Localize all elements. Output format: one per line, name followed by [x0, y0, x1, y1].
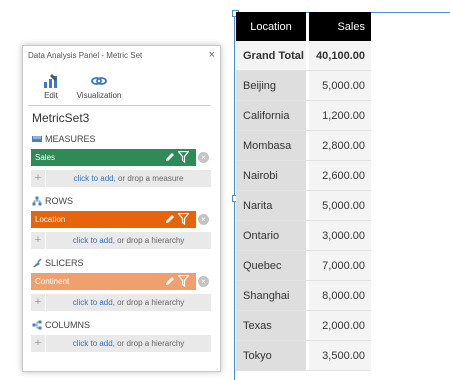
row-location[interactable]: Ontario — [236, 221, 306, 250]
row-sales: 2,600.00 — [309, 161, 371, 190]
measures-label: MEASURES — [45, 134, 96, 144]
slicers-drop-zone[interactable]: + click to add, or drop a hierarchy — [31, 294, 211, 311]
row-location[interactable]: Shanghai — [236, 281, 306, 310]
table-row: Narita 5,000.00 — [236, 191, 371, 221]
table-row: Nairobi 2,600.00 — [236, 161, 371, 191]
grand-total-value: 40,100.00 — [309, 41, 371, 70]
grand-total-row: Grand Total 40,100.00 — [236, 41, 371, 71]
rows-add-link[interactable]: click to add — [73, 236, 113, 245]
visualization-button[interactable]: Visualization — [73, 73, 125, 100]
remove-measure-icon[interactable]: × — [198, 152, 209, 163]
slicers-label: SLICERS — [45, 258, 84, 268]
row-location[interactable]: Tokyo — [236, 341, 306, 370]
toolbar-divider — [28, 105, 211, 106]
location-column-header[interactable]: Location — [236, 12, 306, 41]
grand-total-label: Grand Total — [236, 41, 306, 70]
row-location[interactable]: California — [236, 101, 306, 130]
filter-icon[interactable] — [178, 275, 189, 287]
visualization-label: Visualization — [76, 91, 122, 100]
ruler-icon — [32, 136, 42, 142]
rows-drop-zone[interactable]: + click to add, or drop a hierarchy — [31, 232, 211, 249]
row-sales: 7,000.00 — [309, 251, 371, 280]
slicers-section-label: SLICERS — [32, 258, 84, 268]
edit-label: Edit — [44, 91, 58, 100]
measures-drop-zone[interactable]: + click to add, or drop a measure — [31, 170, 211, 187]
row-sales: 3,500.00 — [309, 341, 371, 370]
filter-icon[interactable] — [178, 151, 189, 163]
edit-chart-icon — [44, 74, 57, 88]
row-location[interactable]: Quebec — [236, 251, 306, 280]
rows-label: ROWS — [45, 196, 73, 206]
row-sales: 2,000.00 — [309, 311, 371, 340]
table-row: Beijing 5,000.00 — [236, 71, 371, 101]
edit-button[interactable]: Edit — [37, 73, 65, 100]
sales-column-header[interactable]: Sales — [309, 12, 371, 41]
row-sales: 1,200.00 — [309, 101, 371, 130]
columns-drop-text: , or drop a hierarchy — [112, 339, 185, 348]
row-location[interactable]: Nairobi — [236, 161, 306, 190]
remove-row-icon[interactable]: × — [198, 214, 209, 225]
measure-chip-sales[interactable]: Sales — [31, 149, 196, 166]
measures-drop-text: , or drop a measure — [113, 174, 184, 183]
add-column-icon[interactable]: + — [31, 335, 46, 352]
row-location[interactable]: Texas — [236, 311, 306, 340]
table-header: Location Sales — [236, 12, 371, 41]
link-icon — [91, 77, 107, 85]
columns-section-label: COLUMNS — [32, 320, 90, 330]
slicer-chip-continent[interactable]: Continent — [31, 273, 196, 290]
slicers-add-link[interactable]: click to add — [73, 298, 113, 307]
row-sales: 5,000.00 — [309, 191, 371, 220]
slicer-chip-label: Continent — [35, 277, 70, 286]
close-icon[interactable]: × — [209, 49, 215, 61]
metric-set-name[interactable]: MetricSet3 — [32, 111, 89, 125]
table-row: Texas 2,000.00 — [236, 311, 371, 341]
columns-add-link[interactable]: click to add — [73, 339, 113, 348]
rows-drop-text: , or drop a hierarchy — [112, 236, 185, 245]
pencil-icon[interactable] — [165, 276, 175, 286]
row-chip-location[interactable]: Location — [31, 211, 196, 228]
add-slicer-icon[interactable]: + — [31, 294, 46, 311]
table-row: Shanghai 8,000.00 — [236, 281, 371, 311]
knife-icon — [33, 258, 42, 267]
data-analysis-panel: Data Analysis Panel - Metric Set × Edit … — [22, 45, 221, 372]
row-sales: 2,800.00 — [309, 131, 371, 160]
table-row: Ontario 3,000.00 — [236, 221, 371, 251]
rows-section-label: ROWS — [32, 196, 73, 206]
slicers-drop-text: , or drop a hierarchy — [112, 298, 185, 307]
hierarchy-icon — [32, 196, 42, 206]
row-sales: 5,000.00 — [309, 71, 371, 100]
row-sales: 8,000.00 — [309, 281, 371, 310]
pencil-icon[interactable] — [165, 214, 175, 224]
add-measure-icon[interactable]: + — [31, 170, 46, 187]
row-chip-label: Location — [35, 215, 66, 224]
table-row: California 1,200.00 — [236, 101, 371, 131]
row-location[interactable]: Narita — [236, 191, 306, 220]
filter-icon[interactable] — [178, 213, 189, 225]
table-row: Quebec 7,000.00 — [236, 251, 371, 281]
pencil-icon[interactable] — [165, 152, 175, 162]
remove-slicer-icon[interactable]: × — [198, 276, 209, 287]
measure-chip-label: Sales — [35, 153, 56, 162]
row-location[interactable]: Mombasa — [236, 131, 306, 160]
table-row: Mombasa 2,800.00 — [236, 131, 371, 161]
measures-add-link[interactable]: click to add — [74, 174, 114, 183]
row-sales: 3,000.00 — [309, 221, 371, 250]
measures-section-label: MEASURES — [32, 134, 96, 144]
panel-title: Data Analysis Panel - Metric Set — [28, 51, 143, 60]
add-row-icon[interactable]: + — [31, 232, 46, 249]
columns-label: COLUMNS — [45, 320, 91, 330]
row-location[interactable]: Beijing — [236, 71, 306, 100]
columns-drop-zone[interactable]: + click to add, or drop a hierarchy — [31, 335, 211, 352]
columns-hierarchy-icon — [32, 320, 42, 330]
table-row: Tokyo 3,500.00 — [236, 341, 371, 371]
pivot-table: Location Sales Grand Total 40,100.00 Bei… — [236, 12, 371, 371]
